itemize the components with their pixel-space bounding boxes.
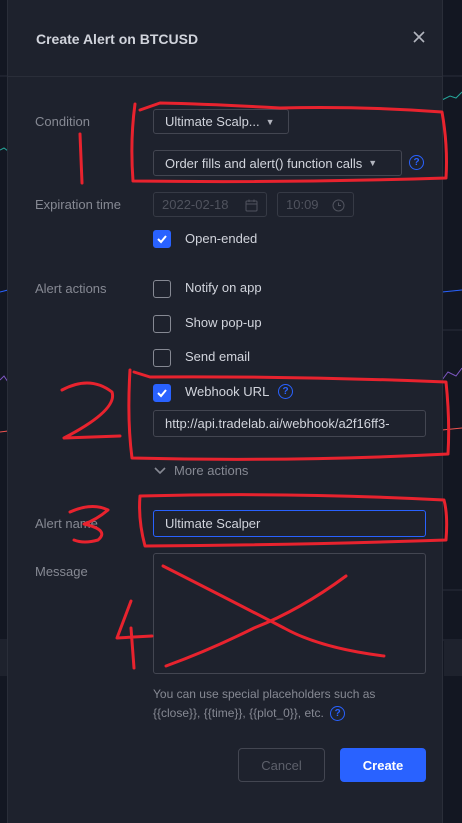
expiration-label: Expiration time	[35, 197, 121, 212]
message-label: Message	[35, 564, 88, 579]
placeholder-hint: You can use special placeholders such as…	[153, 685, 423, 723]
alert-name-value: Ultimate Scalper	[165, 516, 261, 531]
create-button[interactable]: Create	[340, 748, 426, 782]
notify-on-app-label: Notify on app	[185, 280, 262, 295]
send-email-checkbox[interactable]	[153, 349, 171, 367]
open-ended-checkbox[interactable]	[153, 230, 171, 248]
expiration-time-value: 10:09	[286, 197, 319, 212]
send-email-label: Send email	[185, 349, 251, 364]
chevron-down-icon: ▼	[265, 116, 275, 127]
more-actions-label: More actions	[174, 463, 249, 478]
condition-trigger-value: Order fills and alert() function calls	[165, 155, 363, 171]
close-icon[interactable]	[410, 28, 428, 46]
cancel-button[interactable]: Cancel	[238, 748, 325, 782]
expiration-date-value: 2022-02-18	[162, 197, 229, 212]
alert-name-input[interactable]: Ultimate Scalper	[153, 510, 426, 537]
webhook-url-checkbox[interactable]	[153, 384, 171, 402]
webhook-url-value: http://api.tradelab.ai/webhook/a2f16ff3-	[165, 416, 390, 431]
condition-label: Condition	[35, 114, 90, 129]
create-alert-dialog: Create Alert on BTCUSD Condition Ultimat…	[8, 0, 442, 823]
checkmark-icon	[157, 389, 167, 398]
expiration-date-input[interactable]: 2022-02-18	[153, 192, 267, 217]
chevron-down-icon	[154, 466, 166, 474]
clock-icon	[332, 199, 345, 215]
open-ended-label: Open-ended	[185, 231, 258, 246]
notify-on-app-checkbox[interactable]	[153, 280, 171, 298]
webhook-url-input[interactable]: http://api.tradelab.ai/webhook/a2f16ff3-	[153, 410, 426, 437]
chevron-down-icon: ▼	[368, 158, 378, 168]
calendar-icon	[245, 199, 258, 215]
message-textarea[interactable]	[153, 553, 426, 674]
header-divider	[8, 76, 442, 77]
help-icon[interactable]: ?	[330, 706, 346, 722]
help-icon[interactable]: ?	[278, 384, 293, 399]
show-popup-checkbox[interactable]	[153, 315, 171, 333]
condition-trigger-select[interactable]: Order fills and alert() function calls ▼	[153, 150, 402, 176]
more-actions-toggle[interactable]: More actions	[154, 463, 248, 478]
expiration-time-input[interactable]: 10:09	[277, 192, 354, 217]
alert-actions-label: Alert actions	[35, 281, 107, 296]
checkmark-icon	[157, 235, 167, 244]
webhook-url-label: Webhook URL	[185, 384, 270, 399]
show-popup-label: Show pop-up	[185, 315, 262, 330]
condition-indicator-value: Ultimate Scalp...	[165, 114, 260, 129]
dialog-title: Create Alert on BTCUSD	[36, 31, 199, 47]
condition-indicator-select[interactable]: Ultimate Scalp... ▼	[153, 109, 289, 134]
help-icon[interactable]: ?	[409, 155, 424, 170]
alert-name-label: Alert name	[35, 516, 98, 531]
